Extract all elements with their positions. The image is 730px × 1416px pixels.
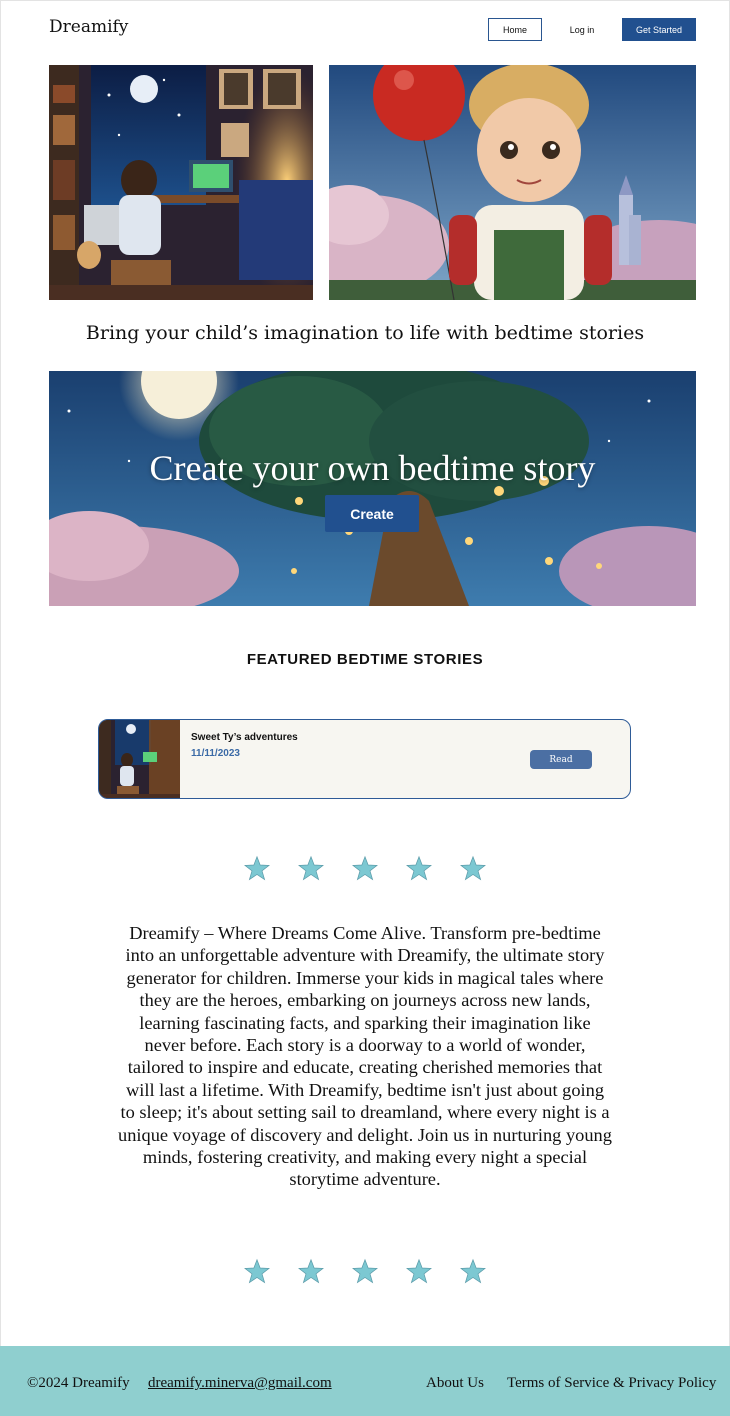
footer-copyright: ©2024 Dreamify <box>27 1375 130 1391</box>
star-icon <box>406 1258 432 1284</box>
hero-tagline: Bring your child’s imagination to life w… <box>85 322 645 344</box>
footer-terms-link[interactable]: Terms of Service & Privacy Policy <box>507 1375 716 1392</box>
create-button[interactable]: Create <box>325 495 419 532</box>
star-icon <box>460 855 486 881</box>
footer: ©2024 Dreamify dreamify.minerva@gmail.co… <box>0 1346 730 1416</box>
story-title: Sweet Ty’s adventures <box>191 732 298 743</box>
get-started-button[interactable]: Get Started <box>622 18 696 41</box>
star-icon <box>244 1258 270 1284</box>
hero-image-child-desk <box>49 65 313 300</box>
story-card[interactable]: Sweet Ty’s adventures 11/11/2023 Read <box>98 719 631 799</box>
footer-about-link[interactable]: About Us <box>426 1375 484 1392</box>
nav-login-button[interactable]: Log in <box>560 18 604 41</box>
star-icon <box>460 1258 486 1284</box>
star-icon <box>298 855 324 881</box>
rating-stars-top <box>0 855 730 883</box>
star-icon <box>244 855 270 881</box>
rating-stars-bottom <box>0 1258 730 1286</box>
banner-title: Create your own bedtime story <box>149 448 596 488</box>
nav-home-button[interactable]: Home <box>488 18 542 41</box>
footer-email-link[interactable]: dreamify.minerva@gmail.com <box>148 1375 332 1392</box>
featured-heading: FEATURED BEDTIME STORIES <box>246 651 484 668</box>
star-icon <box>352 1258 378 1284</box>
story-thumbnail <box>99 720 180 798</box>
description-text: Dreamify – Where Dreams Come Alive. Tran… <box>118 923 612 1190</box>
logo[interactable]: Dreamify <box>49 17 128 37</box>
star-icon <box>352 855 378 881</box>
story-date: 11/11/2023 <box>191 748 240 759</box>
hero-image-balloon-child <box>329 65 696 300</box>
star-icon <box>298 1258 324 1284</box>
star-icon <box>406 855 432 881</box>
read-button[interactable]: Read <box>530 750 592 769</box>
